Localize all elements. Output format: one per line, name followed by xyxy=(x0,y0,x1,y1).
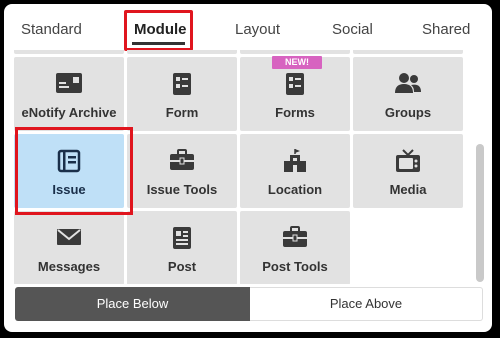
module-tile-messages[interactable]: Messages xyxy=(14,211,124,284)
tile-label: Messages xyxy=(37,259,101,274)
tile-label: Post xyxy=(167,259,197,274)
module-tile-post-tools[interactable]: Post Tools xyxy=(240,211,350,284)
location-building-icon xyxy=(240,149,350,173)
tile-label: Groups xyxy=(384,105,432,120)
newspaper-icon xyxy=(127,226,237,250)
archive-card-icon xyxy=(14,72,124,96)
tv-icon xyxy=(353,149,463,173)
toolbox-icon xyxy=(127,149,237,173)
envelope-icon xyxy=(14,226,124,250)
module-tile-location[interactable]: Location xyxy=(240,134,350,208)
tile-label: Media xyxy=(389,182,427,197)
tab-standard[interactable]: Standard xyxy=(21,18,82,42)
tile-label: eNotify Archive xyxy=(21,105,117,120)
tile-label: Issue Tools xyxy=(146,182,218,197)
module-tile-media[interactable]: Media xyxy=(353,134,463,208)
tab-social[interactable]: Social xyxy=(332,18,373,42)
tile-label: Forms xyxy=(275,105,315,120)
form-icon xyxy=(127,72,237,96)
module-tile-groups[interactable]: Groups xyxy=(353,57,463,131)
module-tile-post[interactable]: Post xyxy=(127,211,237,284)
tab-layout[interactable]: Layout xyxy=(235,18,280,42)
module-picker-panel: Standard Module Layout Social Shared eNo… xyxy=(4,4,492,332)
tab-shared[interactable]: Shared xyxy=(422,18,470,42)
module-tile-form[interactable]: Form xyxy=(127,57,237,131)
tile-label: Location xyxy=(267,182,323,197)
module-tile-hidden[interactable] xyxy=(127,50,237,54)
tile-label: Form xyxy=(165,105,199,120)
module-tile-hidden[interactable] xyxy=(353,50,463,54)
issue-tile-highlight-box xyxy=(15,127,133,215)
groups-icon xyxy=(353,72,463,96)
module-tile-enotify-archive[interactable]: eNotify Archive xyxy=(14,57,124,131)
scrollbar-thumb[interactable] xyxy=(476,144,484,282)
module-tile-issue-tools[interactable]: Issue Tools xyxy=(127,134,237,208)
tile-label: Post Tools xyxy=(262,259,328,274)
place-above-button[interactable]: Place Above xyxy=(250,287,483,321)
module-tile-hidden[interactable] xyxy=(240,50,350,54)
tab-module-highlight-box xyxy=(124,10,193,51)
forms-icon xyxy=(240,72,350,96)
module-tile-hidden[interactable] xyxy=(14,50,124,54)
tab-bar: Standard Module Layout Social Shared xyxy=(4,4,492,52)
place-below-button[interactable]: Place Below xyxy=(15,287,250,321)
new-badge: NEW! xyxy=(272,56,322,69)
toolbox-icon xyxy=(240,226,350,250)
